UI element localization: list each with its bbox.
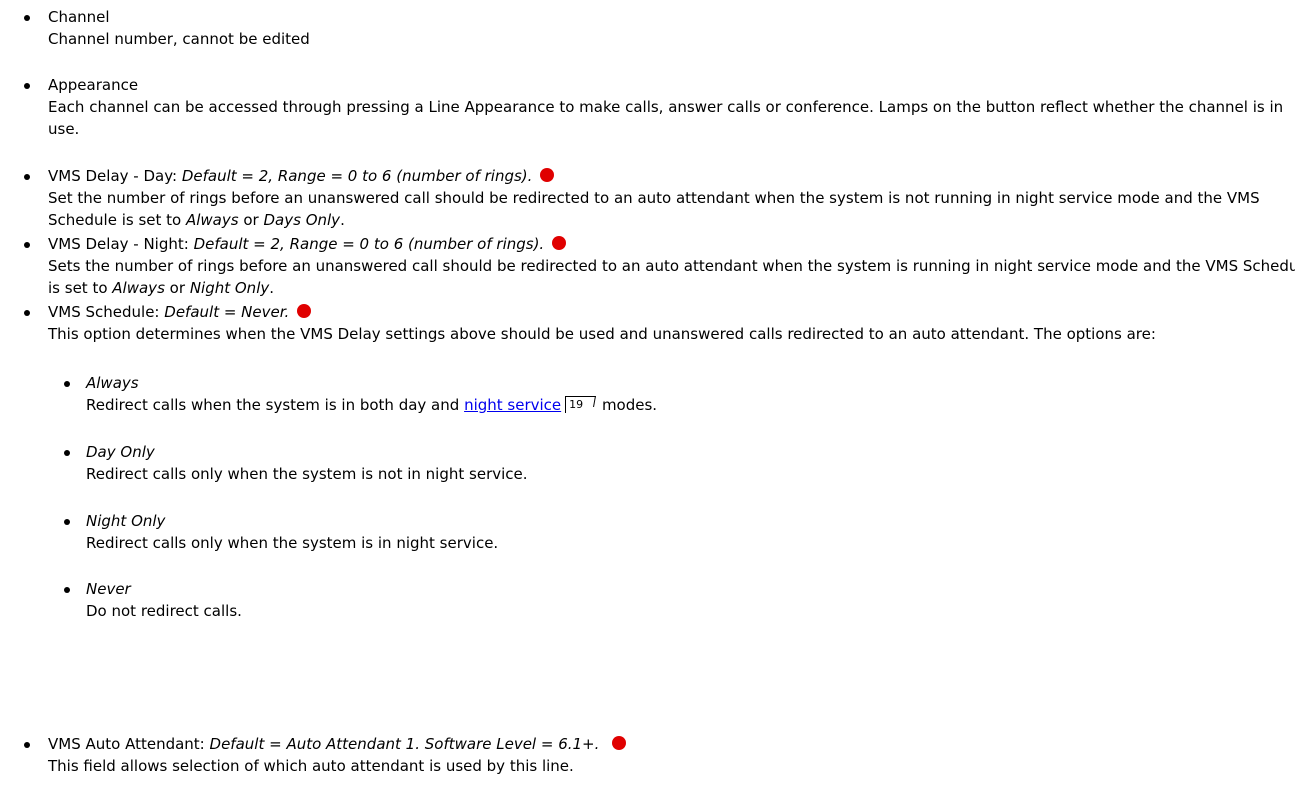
list-item-vms-schedule: VMS Schedule: Default = Never. This opti… [0,301,1295,345]
option-text: Redirect calls when the system is in bot… [86,396,460,414]
list-item-appearance: Appearance Each channel can be accessed … [0,74,1295,140]
item-heading: VMS Delay - Night: Default = 2, Range = … [48,233,1295,255]
list-item-vms-delay-day: VMS Delay - Day: Default = 2, Range = 0 … [0,165,1295,231]
document-page: Channel Channel number, cannot be edited… [0,0,1295,789]
option-description: Do not redirect calls. [86,602,242,620]
option-always: Always [185,211,239,229]
item-default-value: Default = Auto Attendant 1. Software Lev… [209,735,600,753]
item-label: VMS Schedule: [48,303,160,321]
period-text: . [340,211,345,229]
option-description: Redirect calls only when the system is i… [86,534,499,552]
item-default-value: Default = Never. [164,303,290,321]
page-reference-arrow-icon [583,396,597,407]
red-dot-icon [297,304,312,318]
page-reference-number: 19 [569,398,584,411]
option-name: Day Only [86,443,155,461]
or-text: or [169,279,186,297]
sub-item-never: Never Do not redirect calls. [48,578,1286,622]
item-default-value: Default = 2, Range = 0 to 6 (number of r… [181,167,533,185]
item-heading: Appearance [48,76,139,94]
option-name: Night Only [86,512,166,530]
option-name: Always [86,374,139,392]
item-description: Set the number of rings before an unansw… [48,187,1295,231]
period-text: . [269,279,275,297]
item-description: Channel number, cannot be edited [48,30,310,48]
item-label: VMS Auto Attendant: [48,735,205,753]
list-item-vms-delay-night: VMS Delay - Night: Default = 2, Range = … [0,233,1295,299]
red-dot-icon [540,168,555,182]
list-item-channel: Channel Channel number, cannot be edited [0,6,1295,50]
option-name: Never [86,580,131,598]
item-heading: VMS Auto Attendant: Default = Auto Atten… [48,733,1295,755]
option-days-only: Days Only [263,211,341,229]
red-dot-icon [612,736,627,750]
or-text: or [243,211,259,229]
item-description: This option determines when the VMS Dela… [48,325,1156,343]
item-heading: VMS Delay - Day: Default = 2, Range = 0 … [48,165,1295,187]
item-label: VMS Delay - Night: [48,235,189,253]
red-dot-icon [551,236,566,250]
item-heading: Channel [48,8,110,26]
sub-item-always: Always Redirect calls when the system is… [48,372,1286,416]
option-text-end: modes. [601,396,658,414]
sub-item-day-only: Day Only Redirect calls only when the sy… [48,441,1286,485]
option-always: Always [112,279,165,297]
item-description: Sets the number of rings before an unans… [48,255,1295,299]
sub-item-night-only: Night Only Redirect calls only when the … [48,510,1286,554]
item-heading: VMS Schedule: Default = Never. [48,301,1295,323]
page-reference[interactable]: 19 [565,396,597,413]
option-description: Redirect calls only when the system is n… [86,465,528,483]
item-label: VMS Delay - Day: [48,167,178,185]
night-service-link[interactable]: night service [464,396,561,414]
option-night-only: Night Only [189,279,270,297]
item-default-value: Default = 2, Range = 0 to 6 (number of r… [193,235,545,253]
item-description: Each channel can be accessed through pre… [48,98,1284,138]
item-description: This field allows selection of which aut… [48,757,574,775]
list-item-vms-auto-attendant: VMS Auto Attendant: Default = Auto Atten… [0,733,1295,777]
option-description: Redirect calls when the system is in bot… [86,394,1286,416]
